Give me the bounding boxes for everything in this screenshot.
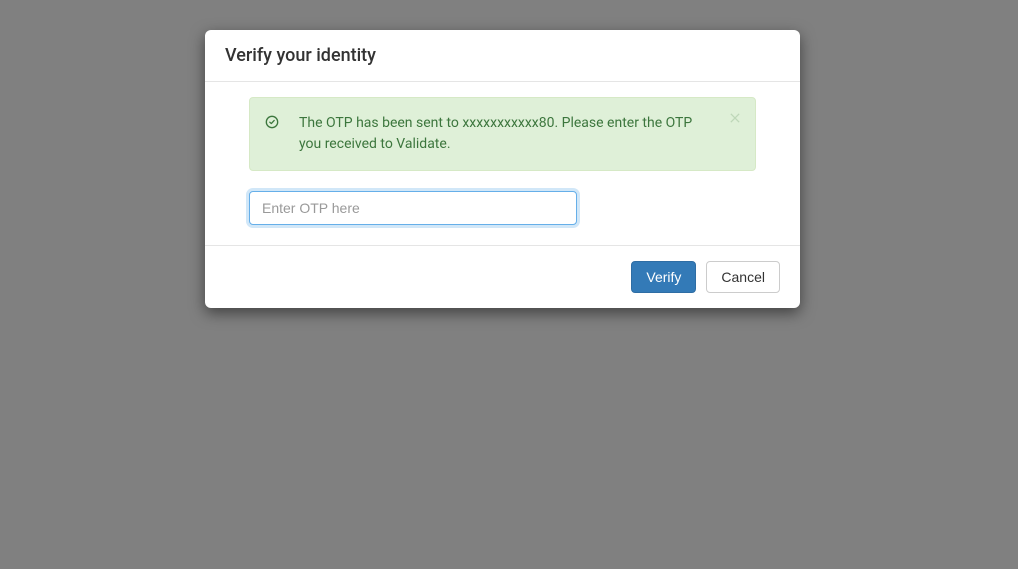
verify-identity-modal: Verify your identity The OTP has been se…: [205, 30, 800, 308]
modal-header: Verify your identity: [205, 30, 800, 82]
modal-title: Verify your identity: [225, 45, 780, 66]
modal-footer: Verify Cancel: [205, 246, 800, 308]
verify-button[interactable]: Verify: [631, 261, 696, 293]
cancel-button[interactable]: Cancel: [706, 261, 780, 293]
close-icon: [730, 111, 740, 126]
alert-message: The OTP has been sent to xxxxxxxxxxx80. …: [299, 113, 720, 155]
alert-close-button[interactable]: [727, 110, 743, 126]
otp-input[interactable]: [249, 191, 577, 225]
check-circle-icon: [265, 115, 279, 129]
modal-body: The OTP has been sent to xxxxxxxxxxx80. …: [205, 82, 800, 246]
alert-success: The OTP has been sent to xxxxxxxxxxx80. …: [249, 97, 756, 171]
